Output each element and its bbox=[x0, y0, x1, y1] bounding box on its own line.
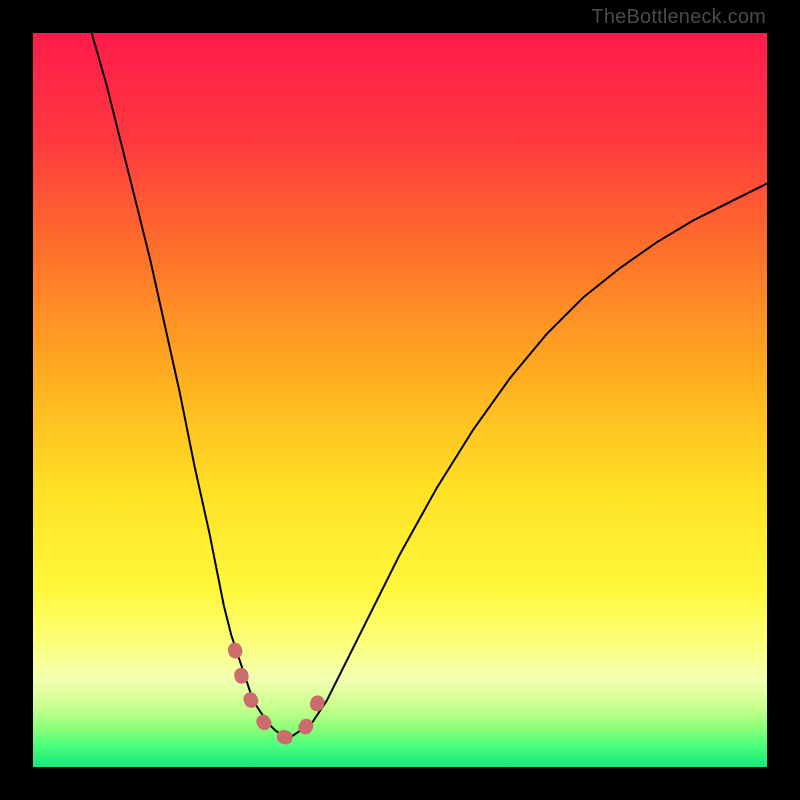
plot-area bbox=[33, 33, 767, 767]
curve-right bbox=[290, 184, 767, 738]
curve-layer bbox=[33, 33, 767, 767]
chart-frame: TheBottleneck.com bbox=[0, 0, 800, 800]
curve-left bbox=[92, 33, 290, 738]
watermark-text: TheBottleneck.com bbox=[591, 6, 766, 29]
highlight-optimal bbox=[235, 650, 323, 738]
